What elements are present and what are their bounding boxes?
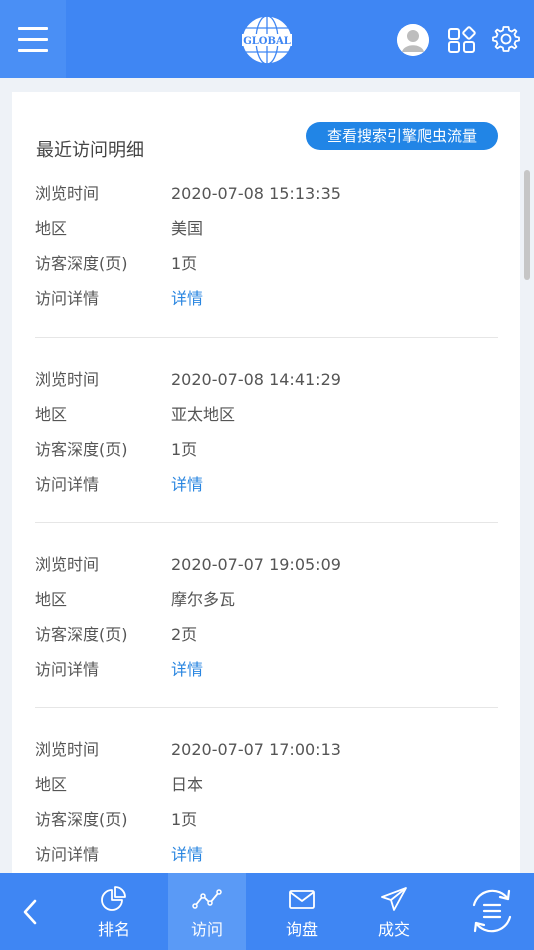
time-label: 浏览时间 bbox=[35, 370, 100, 389]
pie-chart-icon bbox=[101, 885, 126, 911]
depth-value: 1页 bbox=[171, 810, 198, 829]
depth-value: 1页 bbox=[171, 254, 198, 273]
record-details-row: 访问详情 详情 bbox=[35, 843, 498, 867]
send-icon bbox=[381, 886, 407, 911]
region-value: 日本 bbox=[171, 775, 204, 794]
visit-record: 浏览时间 2020-07-07 17:00:13 地区 日本 访客深度(页) 1… bbox=[35, 738, 498, 873]
details-label: 访问详情 bbox=[35, 660, 100, 679]
page-title: 最近访问明细 bbox=[36, 140, 144, 161]
record-depth-row: 访客深度(页) 1页 bbox=[35, 438, 498, 462]
bottom-nav: 排名 访问 询盘 成交 bbox=[0, 873, 534, 950]
content-area: 最近访问明细 查看搜索引擎爬虫流量 浏览时间 2020-07-08 15:13:… bbox=[0, 78, 534, 873]
logo-text: GLOBAL bbox=[243, 36, 291, 47]
menu-icon-bar bbox=[18, 26, 48, 30]
menu-button[interactable] bbox=[0, 0, 66, 78]
region-label: 地区 bbox=[35, 590, 68, 609]
divider bbox=[35, 707, 498, 708]
record-depth-row: 访客深度(页) 2页 bbox=[35, 623, 498, 647]
record-time-row: 浏览时间 2020-07-07 17:00:13 bbox=[35, 738, 498, 762]
depth-label: 访客深度(页) bbox=[35, 625, 128, 644]
record-region-row: 地区 摩尔多瓦 bbox=[35, 588, 498, 612]
back-button[interactable] bbox=[0, 873, 60, 950]
nav-item-inquiry[interactable]: 询盘 bbox=[263, 873, 341, 950]
time-value: 2020-07-08 14:41:29 bbox=[171, 370, 341, 389]
record-time-row: 浏览时间 2020-07-07 19:05:09 bbox=[35, 553, 498, 577]
record-depth-row: 访客深度(页) 1页 bbox=[35, 252, 498, 276]
region-value: 美国 bbox=[171, 219, 204, 238]
details-label: 访问详情 bbox=[35, 289, 100, 308]
record-region-row: 地区 日本 bbox=[35, 773, 498, 797]
time-value: 2020-07-07 17:00:13 bbox=[171, 740, 341, 759]
record-region-row: 地区 美国 bbox=[35, 217, 498, 241]
depth-label: 访客深度(页) bbox=[35, 254, 128, 273]
visit-details-card: 最近访问明细 查看搜索引擎爬虫流量 浏览时间 2020-07-08 15:13:… bbox=[12, 92, 520, 873]
visit-record: 浏览时间 2020-07-08 14:41:29 地区 亚太地区 访客深度(页)… bbox=[35, 368, 498, 553]
details-label: 访问详情 bbox=[35, 845, 100, 864]
nav-item-ranking[interactable]: 排名 bbox=[75, 873, 153, 950]
top-header: GLOBAL bbox=[0, 0, 534, 78]
avatar[interactable] bbox=[397, 24, 429, 56]
details-link[interactable]: 详情 bbox=[171, 843, 203, 867]
details-link[interactable]: 详情 bbox=[171, 658, 203, 682]
region-value: 亚太地区 bbox=[171, 405, 236, 424]
time-value: 2020-07-07 19:05:09 bbox=[171, 555, 341, 574]
time-label: 浏览时间 bbox=[35, 740, 100, 759]
region-label: 地区 bbox=[35, 219, 68, 238]
time-label: 浏览时间 bbox=[35, 555, 100, 574]
record-details-row: 访问详情 详情 bbox=[35, 473, 498, 497]
gear-icon[interactable] bbox=[492, 25, 520, 53]
record-details-row: 访问详情 详情 bbox=[35, 287, 498, 311]
divider bbox=[35, 337, 498, 338]
scrollbar[interactable] bbox=[524, 170, 530, 280]
record-time-row: 浏览时间 2020-07-08 15:13:35 bbox=[35, 182, 498, 206]
depth-label: 访客深度(页) bbox=[35, 810, 128, 829]
nav-item-deals[interactable]: 成交 bbox=[355, 873, 433, 950]
record-time-row: 浏览时间 2020-07-08 14:41:29 bbox=[35, 368, 498, 392]
record-details-row: 访问详情 详情 bbox=[35, 658, 498, 682]
chevron-left-icon bbox=[23, 899, 37, 924]
menu-icon-bar bbox=[18, 37, 48, 41]
nav-label: 排名 bbox=[97, 919, 130, 939]
record-depth-row: 访客深度(页) 1页 bbox=[35, 808, 498, 832]
record-region-row: 地区 亚太地区 bbox=[35, 403, 498, 427]
apps-icon[interactable] bbox=[447, 25, 477, 55]
visit-record: 浏览时间 2020-07-07 19:05:09 地区 摩尔多瓦 访客深度(页)… bbox=[35, 553, 498, 738]
depth-value: 2页 bbox=[171, 625, 198, 644]
nav-label: 询盘 bbox=[285, 919, 318, 939]
depth-label: 访客深度(页) bbox=[35, 440, 128, 459]
details-label: 访问详情 bbox=[35, 475, 100, 494]
nav-item-visits[interactable]: 访问 bbox=[168, 873, 246, 950]
mail-icon bbox=[289, 889, 315, 909]
menu-toggle-icon[interactable] bbox=[464, 883, 520, 939]
region-label: 地区 bbox=[35, 405, 68, 424]
nav-label: 成交 bbox=[377, 919, 410, 939]
region-label: 地区 bbox=[35, 775, 68, 794]
menu-icon-bar bbox=[18, 48, 48, 52]
region-value: 摩尔多瓦 bbox=[171, 590, 236, 609]
user-avatar-icon bbox=[397, 24, 429, 56]
details-link[interactable]: 详情 bbox=[171, 287, 203, 311]
nav-label: 访问 bbox=[190, 919, 223, 939]
divider bbox=[35, 522, 498, 523]
time-label: 浏览时间 bbox=[35, 184, 100, 203]
line-trend-icon bbox=[192, 888, 222, 909]
crawler-traffic-button[interactable]: 查看搜索引擎爬虫流量 bbox=[306, 122, 498, 150]
time-value: 2020-07-08 15:13:35 bbox=[171, 184, 341, 203]
depth-value: 1页 bbox=[171, 440, 198, 459]
details-link[interactable]: 详情 bbox=[171, 473, 203, 497]
visit-record: 浏览时间 2020-07-08 15:13:35 地区 美国 访客深度(页) 1… bbox=[35, 182, 498, 367]
globe-logo-icon[interactable]: GLOBAL bbox=[240, 14, 294, 66]
